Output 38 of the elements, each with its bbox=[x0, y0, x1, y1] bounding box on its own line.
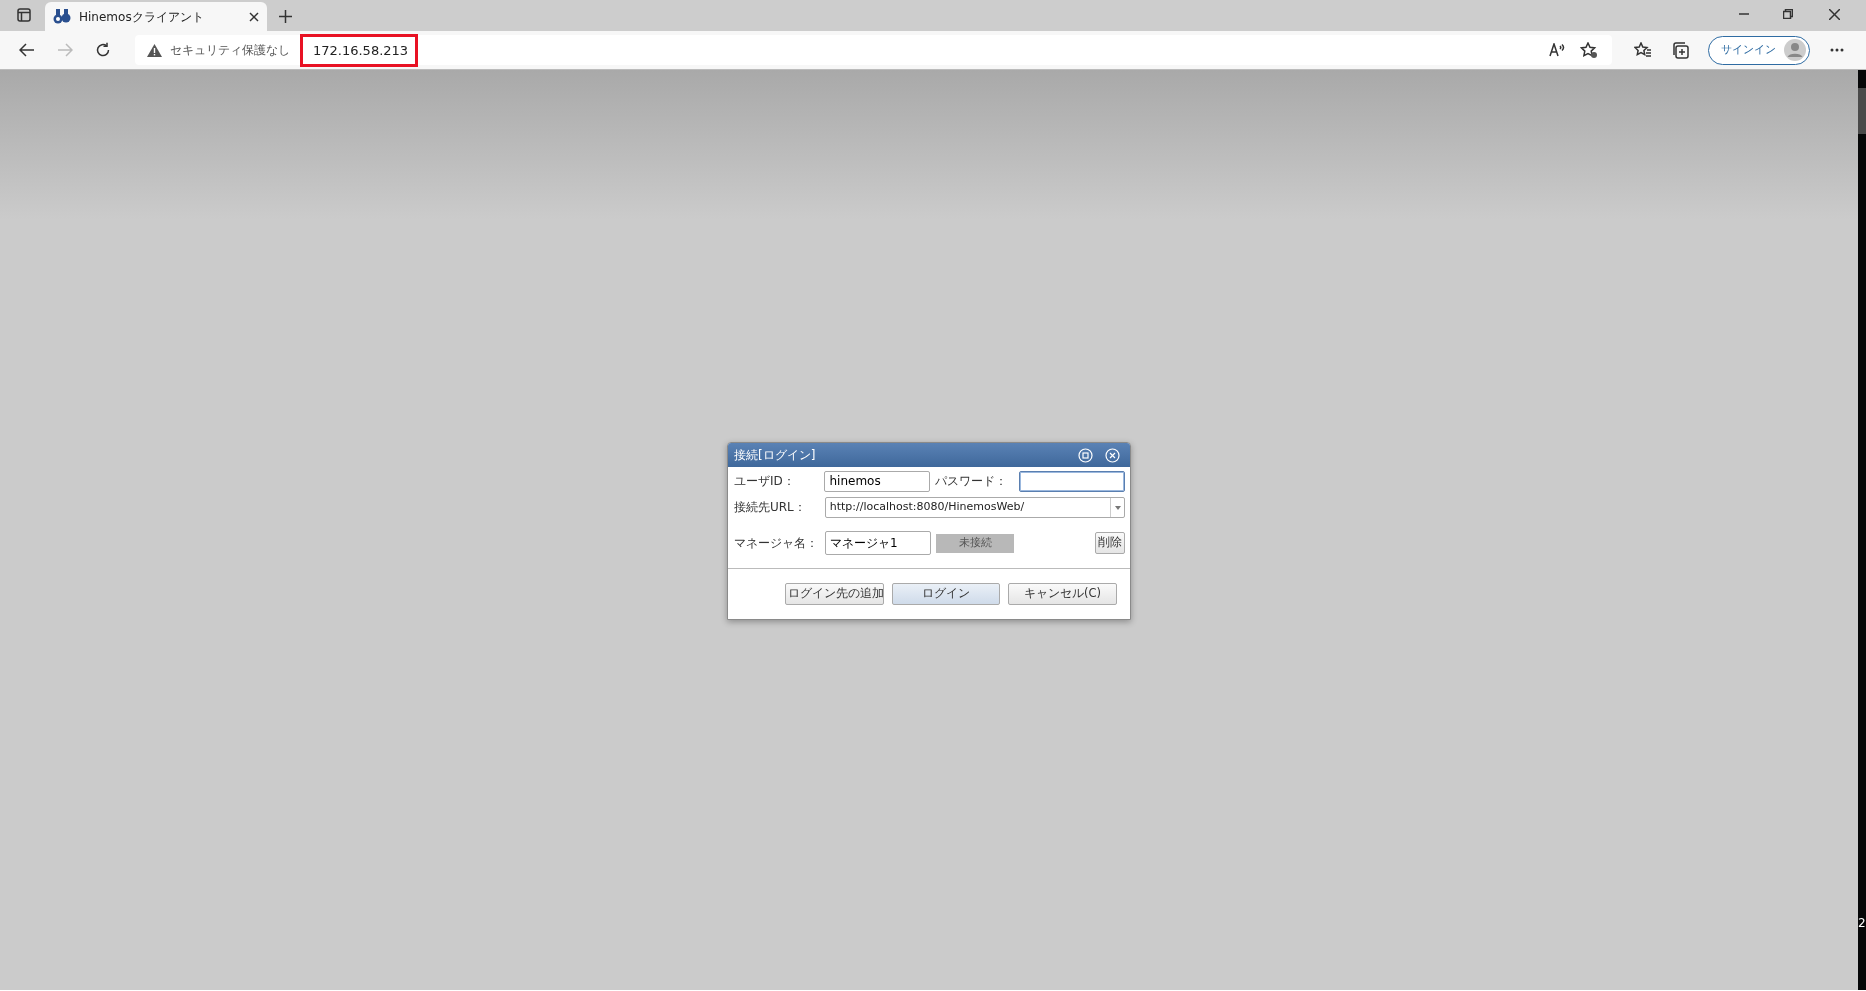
manager-name-label: マネージャ名： bbox=[734, 535, 819, 552]
scrollbar-thumb[interactable] bbox=[1858, 88, 1866, 134]
reload-icon[interactable] bbox=[95, 42, 111, 58]
url-field[interactable]: 172.16.58.213 bbox=[300, 33, 418, 67]
sign-in-button[interactable]: サインイン bbox=[1708, 35, 1810, 65]
connection-status: 未接続 bbox=[936, 533, 1014, 553]
avatar-icon bbox=[1784, 39, 1806, 61]
user-id-label: ユーザID： bbox=[734, 473, 796, 490]
add-login-button[interactable]: ログイン先の追加 bbox=[785, 583, 884, 605]
dialog-title: 接続[ログイン] bbox=[734, 447, 817, 464]
password-field[interactable] bbox=[1019, 470, 1125, 492]
read-aloud-icon[interactable] bbox=[1549, 43, 1566, 57]
sidebar-icon[interactable] bbox=[17, 8, 31, 22]
close-icon[interactable] bbox=[1829, 9, 1840, 20]
dropdown-arrow-icon bbox=[1110, 497, 1124, 517]
url-label: 接続先URL： bbox=[734, 499, 807, 516]
edge-text: 2 bbox=[1858, 915, 1866, 932]
maximize-icon[interactable] bbox=[1078, 447, 1093, 463]
user-id-field[interactable]: hinemos bbox=[824, 470, 931, 492]
browser-tab[interactable]: Hinemosクライアント bbox=[45, 2, 267, 31]
delete-button[interactable]: 削除 bbox=[1095, 532, 1125, 554]
favorites-icon[interactable] bbox=[1634, 42, 1652, 58]
tab-title: Hinemosクライアント bbox=[79, 8, 205, 26]
plus-icon[interactable] bbox=[279, 10, 292, 23]
manager-name-field[interactable]: マネージャ1 bbox=[825, 531, 931, 555]
collections-icon[interactable] bbox=[1672, 41, 1689, 59]
add-favorite-icon[interactable] bbox=[1580, 41, 1598, 59]
security-label[interactable]: セキュリティ保護なし bbox=[170, 41, 290, 59]
cancel-button[interactable]: キャンセル(C) bbox=[1008, 583, 1117, 605]
password-label: パスワード： bbox=[935, 473, 1009, 490]
close-icon[interactable] bbox=[249, 11, 259, 22]
url-dropdown[interactable]: http://localhost:8080/HinemosWeb/ bbox=[824, 496, 1125, 518]
binoculars-icon bbox=[53, 8, 71, 25]
warning-icon bbox=[147, 43, 162, 57]
login-button[interactable]: ログイン bbox=[892, 583, 1000, 605]
more-icon[interactable] bbox=[1830, 48, 1844, 52]
restore-icon[interactable] bbox=[1783, 9, 1793, 19]
back-arrow-icon[interactable] bbox=[19, 43, 35, 57]
